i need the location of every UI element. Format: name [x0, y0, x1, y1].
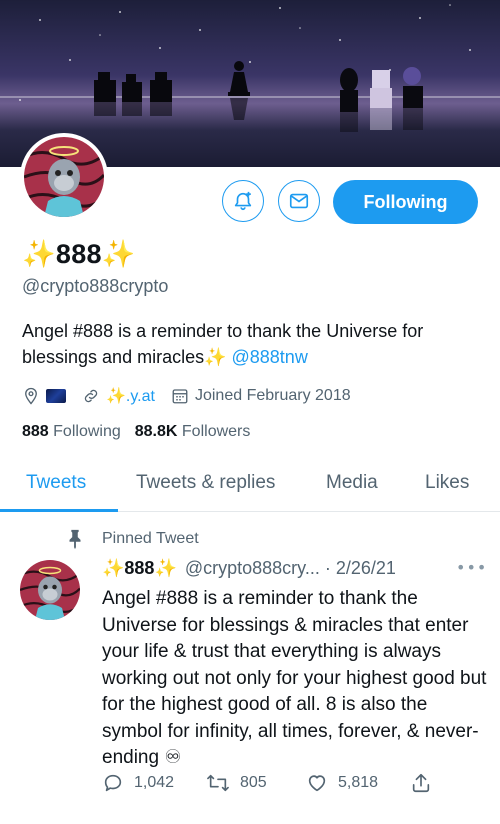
pinned-tweet-label: Pinned Tweet: [102, 530, 199, 547]
followers-label: Followers: [181, 423, 251, 440]
retweet-count: 805: [240, 774, 267, 791]
ape-avatar-image: [24, 137, 104, 217]
retweet-button[interactable]: 805: [206, 772, 267, 794]
profile-name: ✨888✨: [22, 239, 136, 269]
profile-handle: @crypto888crypto: [22, 276, 169, 296]
tab-tweets-and-replies[interactable]: Tweets & replies: [136, 472, 275, 494]
share-icon: [412, 773, 430, 793]
ape-avatar-image: [20, 560, 80, 620]
like-count: 5,818: [338, 774, 379, 791]
profile-bio: Angel #888 is a reminder to thank the Un…: [22, 318, 482, 370]
bio-mention-link[interactable]: @888tnw: [232, 347, 308, 367]
message-button[interactable]: [278, 180, 320, 222]
location-pin-icon: [22, 387, 40, 405]
location-flag-image: [46, 389, 66, 403]
tab-media[interactable]: Media: [326, 472, 378, 494]
heart-icon: [308, 775, 326, 792]
bell-plus-icon: [234, 191, 252, 211]
tweet-header: ✨888✨ @crypto888cry... · 2/26/21: [102, 558, 396, 579]
reply-button[interactable]: 1,042: [102, 772, 174, 794]
reply-count: 1,042: [134, 774, 175, 791]
following-stat[interactable]: 888 Following: [22, 423, 121, 441]
more-options-icon[interactable]: •••: [456, 558, 487, 577]
profile-meta: ✨.y.at Joined February 2018: [22, 383, 351, 409]
retweet-icon: [207, 774, 229, 792]
link-icon: [82, 387, 100, 405]
follow-stats: 888 Following 88.8K Followers: [22, 423, 250, 441]
profile-tabs: Tweets Tweets & replies Media Likes: [0, 458, 500, 512]
envelope-icon: [289, 193, 309, 209]
following-count: 888: [22, 423, 49, 440]
tab-likes[interactable]: Likes: [425, 472, 469, 494]
tweet-author-avatar[interactable]: [20, 560, 80, 620]
website-link[interactable]: ✨.y.at: [106, 386, 155, 406]
calendar-icon: [171, 387, 189, 405]
active-tab-indicator: [0, 509, 118, 512]
share-button[interactable]: [410, 772, 432, 794]
notify-button[interactable]: [222, 180, 264, 222]
tweet-author-name[interactable]: ✨888✨: [102, 558, 177, 578]
tweet-actions: 1,042 805 5,818: [102, 772, 442, 800]
following-button[interactable]: Following: [333, 180, 478, 224]
pin-icon: [69, 529, 81, 550]
profile-avatar[interactable]: [20, 133, 108, 221]
like-button[interactable]: 5,818: [306, 772, 378, 794]
tweet-text: Angel #888 is a reminder to thank the Un…: [102, 588, 487, 768]
tab-tweets[interactable]: Tweets: [26, 472, 86, 494]
joined-date: Joined February 2018: [194, 387, 351, 404]
tweet-handle-date: @crypto888cry... · 2/26/21: [184, 558, 396, 578]
bio-text: Angel #888 is a reminder to thank the Un…: [22, 321, 424, 367]
followers-count: 88.8K: [134, 423, 178, 440]
following-label: Following: [53, 423, 121, 440]
followers-stat[interactable]: 88.8K Followers: [135, 423, 251, 441]
reply-icon: [104, 774, 122, 792]
